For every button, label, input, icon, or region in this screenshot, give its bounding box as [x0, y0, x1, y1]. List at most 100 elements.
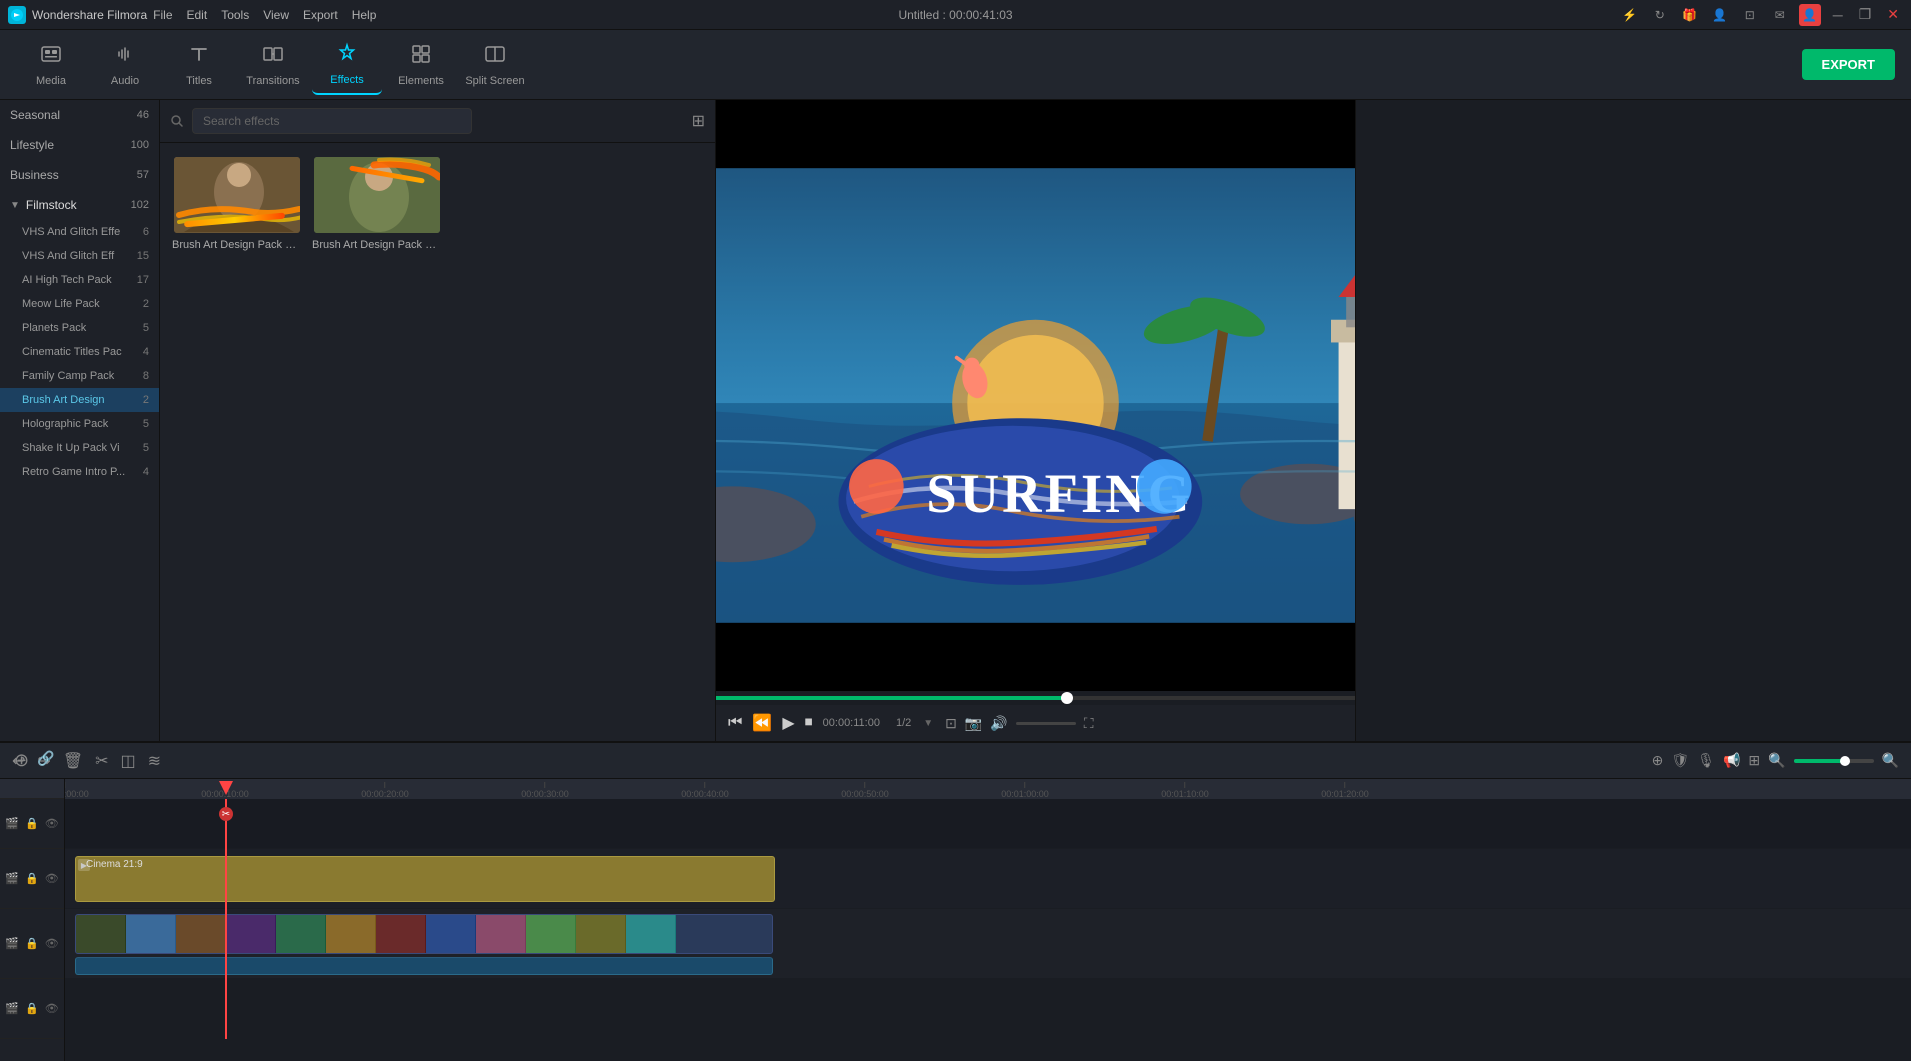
menu-file[interactable]: File [153, 8, 172, 22]
track1-lock-icon[interactable]: 🔒 [25, 817, 39, 830]
timeline-tracks-main: 00:00:00:00 00:00:10:00 00:00:20:00 00:0… [65, 779, 1911, 1061]
sidebar-sub-vhs1[interactable]: VHS And Glitch Effe 6 [0, 220, 159, 244]
progress-track [716, 696, 1355, 700]
trim-button[interactable]: ◫ [121, 751, 136, 771]
export-button[interactable]: EXPORT [1802, 49, 1895, 80]
toolbar-split-screen[interactable]: Split Screen [460, 35, 530, 95]
screenshot-icon[interactable]: 📷 [965, 715, 982, 732]
sidebar-sub-shake-it-up[interactable]: Shake It Up Pack Vi 5 [0, 436, 159, 460]
fullscreen-icon[interactable]: ⛶ [1084, 715, 1094, 732]
play-button[interactable]: ▶ [782, 713, 794, 733]
sidebar-sub-brush-art[interactable]: Brush Art Design 2 [0, 388, 159, 412]
menu-view[interactable]: View [263, 8, 289, 22]
screen-icon[interactable]: ⊡ [1739, 4, 1761, 26]
delete-button[interactable]: 🗑 [63, 751, 83, 771]
track3-eye-icon[interactable]: 👁 [45, 937, 59, 950]
snap-icon[interactable]: ⊞ [1748, 752, 1760, 769]
zoom-fill [1794, 759, 1842, 763]
menu-edit[interactable]: Edit [187, 8, 208, 22]
filmstock-label: Filmstock [26, 198, 77, 212]
cut-button[interactable]: ✂ [95, 751, 108, 771]
sidebar-sub-vhs2[interactable]: VHS And Glitch Eff 15 [0, 244, 159, 268]
sidebar-sub-meow-life[interactable]: Meow Life Pack 2 [0, 292, 159, 316]
grid-toggle-icon[interactable]: ⊞ [692, 111, 705, 131]
sidebar-sub-planets[interactable]: Planets Pack 5 [0, 316, 159, 340]
effects-label: Effects [330, 74, 363, 86]
voiceover-icon[interactable]: 📢 [1723, 752, 1740, 769]
progress-thumb[interactable] [1061, 692, 1073, 704]
menu-export[interactable]: Export [303, 8, 338, 22]
stop-button[interactable]: ⏹ [805, 714, 813, 732]
rewind-button[interactable]: ⏮ [728, 714, 742, 732]
zoom-controls-icon[interactable]: ⊕ [1652, 752, 1664, 769]
toolbar-transitions[interactable]: Transitions [238, 35, 308, 95]
minimize-button[interactable]: ─ [1829, 7, 1847, 23]
preview-panel: SURFING [715, 100, 1355, 741]
sidebar-sub-family-camp[interactable]: Family Camp Pack 8 [0, 364, 159, 388]
toolbar-titles[interactable]: Titles [164, 35, 234, 95]
user-active-icon[interactable]: 👤 [1799, 4, 1821, 26]
shield-icon[interactable]: 🛡 [1671, 752, 1689, 769]
sidebar-sub-ai-high-tech[interactable]: AI High Tech Pack 17 [0, 268, 159, 292]
track2-lock-icon[interactable]: 🔒 [25, 872, 39, 885]
video-clip-label: Cinema 21:9 [80, 859, 149, 870]
zoom-out-icon[interactable]: 🔍 [1768, 752, 1785, 769]
preview-progress-bar[interactable] [716, 691, 1355, 705]
sidebar-sub-holographic[interactable]: Holographic Pack 5 [0, 412, 159, 436]
sidebar-sub-retro-game[interactable]: Retro Game Intro P... 4 [0, 460, 159, 484]
title-bar-right: ⚡ ↻ 🎁 👤 ⊡ ✉ 👤 ─ ❐ ✕ [1619, 4, 1903, 26]
video-clip[interactable]: Cinema 21:9 ▶ [75, 856, 775, 902]
sidebar-sub-cinematic[interactable]: Cinematic Titles Pac 4 [0, 340, 159, 364]
step-back-button[interactable]: ⏪ [752, 713, 772, 733]
sidebar-category-seasonal[interactable]: Seasonal 46 [0, 100, 159, 130]
track2-controls: 🎬 🔒 👁 [0, 849, 64, 909]
ripple-button[interactable]: ≋ [148, 751, 161, 771]
effect-card-brush1[interactable]: Brush Art Design Pack O... [172, 155, 302, 251]
crop-icon[interactable]: ⊡ [945, 715, 957, 732]
toolbar-elements[interactable]: Elements [386, 35, 456, 95]
lightning-icon[interactable]: ⚡ [1619, 4, 1641, 26]
sidebar-category-lifestyle[interactable]: Lifestyle 100 [0, 130, 159, 160]
sidebar-category-filmstock[interactable]: ▼ Filmstock 102 [0, 190, 159, 220]
sidebar-category-business[interactable]: Business 57 [0, 160, 159, 190]
volume-slider[interactable] [1016, 722, 1076, 725]
timeline: ↩ ↪ 🗑 ✂ ◫ ≋ ⊕ 🛡 🎙 📢 ⊞ 🔍 🔍 ⊕ 🔗 [0, 741, 1911, 1061]
sticker-thumb-6 [376, 915, 426, 953]
effects-icon [336, 42, 358, 70]
track3-lock-icon[interactable]: 🔒 [25, 937, 39, 950]
link-icon[interactable]: 🔗 [37, 750, 54, 771]
track1-eye-icon[interactable]: 👁 [45, 817, 59, 830]
stickers-clip[interactable]: 75c Travel Stickers Pack... [75, 914, 773, 954]
add-media-icon[interactable]: ⊕ [14, 750, 29, 771]
menu-tools[interactable]: Tools [221, 8, 249, 22]
cinematic-label: Cinematic Titles Pac [22, 346, 122, 358]
ruler-mark-1: 00:00:10:00 [201, 782, 249, 799]
mail-icon[interactable]: ✉ [1769, 4, 1791, 26]
toolbar-media[interactable]: Media [16, 35, 86, 95]
search-input[interactable] [192, 108, 472, 134]
sync-icon[interactable]: ↻ [1649, 4, 1671, 26]
filmstock-count: 102 [131, 199, 149, 211]
sticker-thumb-0 [76, 915, 126, 953]
sticker-thumb-1 [126, 915, 176, 953]
audio-clip[interactable] [75, 957, 773, 975]
track4-eye-icon[interactable]: 👁 [45, 1002, 59, 1015]
toolbar-audio[interactable]: Audio [90, 35, 160, 95]
toolbar-effects[interactable]: Effects [312, 35, 382, 95]
page-display: 1/2 [896, 717, 911, 729]
effect-card-brush2[interactable]: Brush Art Design Pack O... [312, 155, 442, 251]
track4-lock-icon[interactable]: 🔒 [25, 1002, 39, 1015]
menu-help[interactable]: Help [352, 8, 377, 22]
zoom-in-icon[interactable]: 🔍 [1882, 752, 1899, 769]
clip-icon: ▶ [78, 859, 90, 871]
close-button[interactable]: ✕ [1883, 6, 1903, 23]
mic-icon[interactable]: 🎙 [1697, 752, 1715, 769]
restore-button[interactable]: ❐ [1855, 6, 1876, 23]
zoom-slider[interactable] [1794, 759, 1874, 763]
account-icon[interactable]: 👤 [1709, 4, 1731, 26]
progress-fill [716, 696, 1067, 700]
audio-toggle-icon[interactable]: 🔊 [990, 715, 1007, 732]
ruler-mark-8: 00:01:20:00 [1321, 782, 1369, 799]
track2-eye-icon[interactable]: 👁 [45, 872, 59, 885]
gift-icon[interactable]: 🎁 [1679, 4, 1701, 26]
